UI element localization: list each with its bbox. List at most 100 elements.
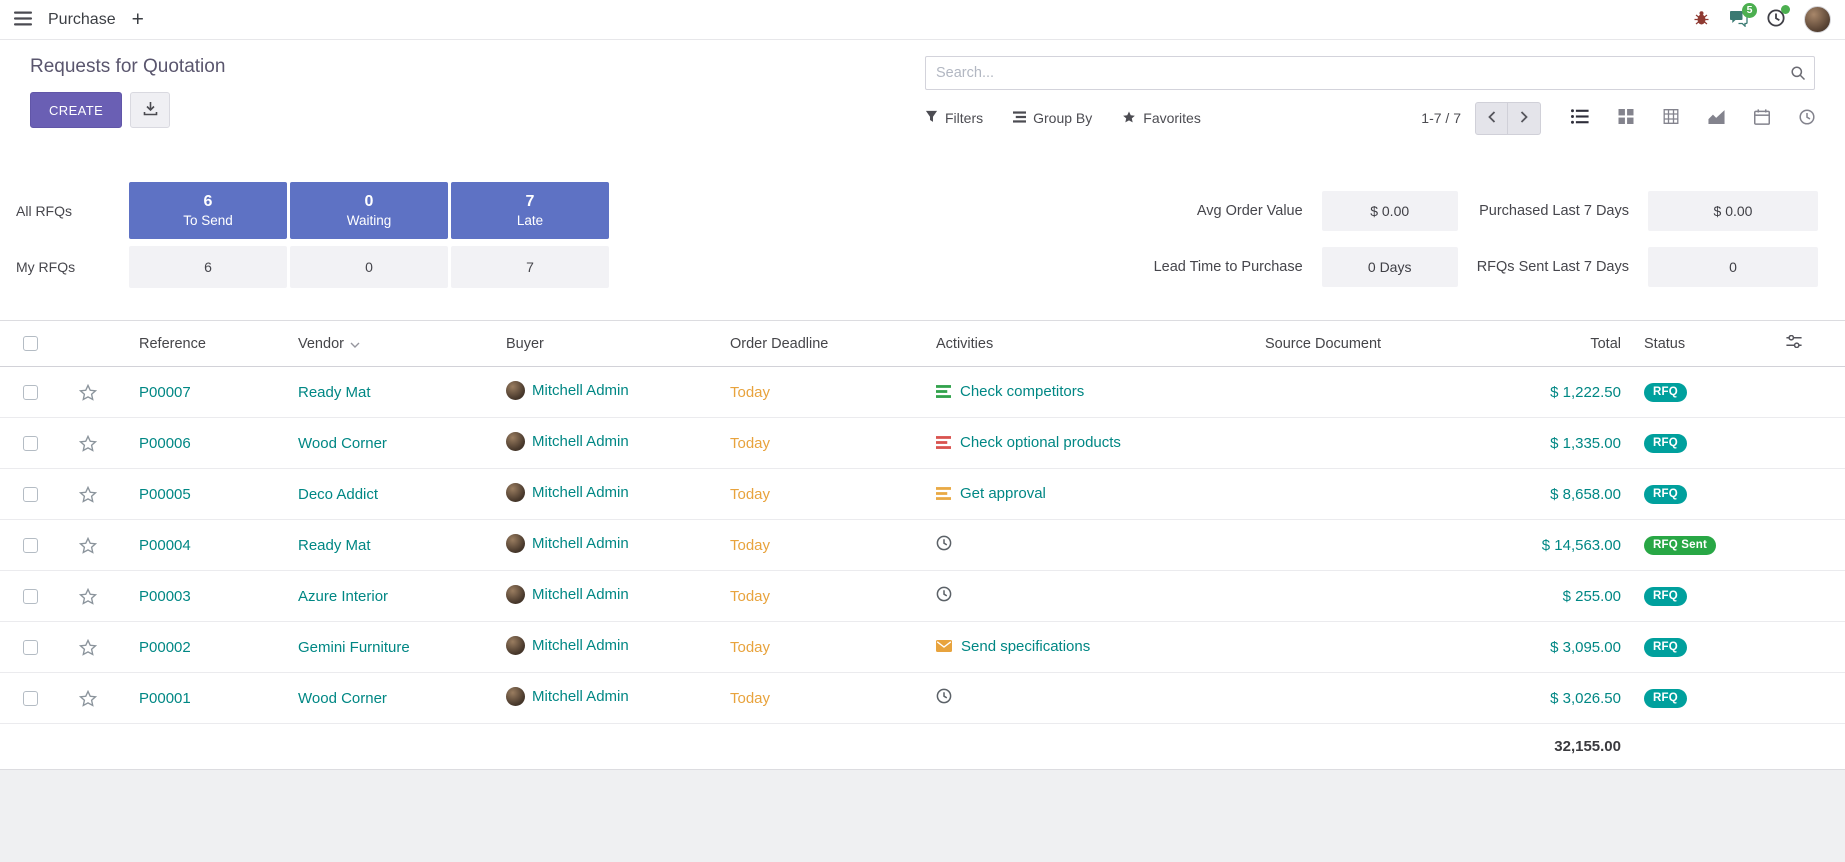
buyer-name[interactable]: Mitchell Admin: [532, 535, 629, 552]
stat-card-late[interactable]: 7 Late: [451, 182, 609, 239]
reference-link[interactable]: P00005: [139, 486, 191, 503]
vendor-link[interactable]: Ready Mat: [298, 384, 371, 401]
total-amount: $ 1,222.50: [1550, 384, 1621, 401]
table-row[interactable]: P00007 Ready Mat Mitchell Admin Today Ch…: [0, 367, 1845, 418]
kanban-view-icon: [1618, 109, 1634, 127]
menu-toggle-button[interactable]: [14, 11, 32, 29]
favorite-star-icon[interactable]: [79, 588, 97, 605]
col-header-reference[interactable]: Reference: [115, 321, 290, 367]
col-header-total[interactable]: Total: [1445, 321, 1635, 367]
debug-button[interactable]: [1693, 10, 1710, 29]
list-view-button[interactable]: [1571, 109, 1589, 127]
search-icon[interactable]: [1790, 65, 1806, 86]
order-deadline: Today: [730, 639, 770, 656]
activity-cell[interactable]: [936, 688, 961, 704]
activity-cell[interactable]: [936, 535, 961, 551]
order-deadline: Today: [730, 384, 770, 401]
reference-link[interactable]: P00002: [139, 639, 191, 656]
buyer-name[interactable]: Mitchell Admin: [532, 382, 629, 399]
col-header-order-deadline[interactable]: Order Deadline: [720, 321, 925, 367]
buyer-name[interactable]: Mitchell Admin: [532, 586, 629, 603]
group-by-icon: [1013, 110, 1026, 126]
graph-view-button[interactable]: [1708, 109, 1725, 127]
group-by-button[interactable]: Group By: [1013, 110, 1092, 126]
col-header-vendor[interactable]: Vendor: [290, 321, 495, 367]
reference-link[interactable]: P00003: [139, 588, 191, 605]
vendor-link[interactable]: Wood Corner: [298, 690, 387, 707]
row-checkbox[interactable]: [23, 436, 38, 451]
activity-cell[interactable]: Get approval: [936, 485, 1046, 502]
vendor-link[interactable]: Gemini Furniture: [298, 639, 410, 656]
pivot-view-button[interactable]: [1663, 109, 1679, 127]
activity-cell[interactable]: Send specifications: [936, 638, 1090, 655]
favorites-button[interactable]: Favorites: [1122, 110, 1201, 127]
row-checkbox[interactable]: [23, 640, 38, 655]
favorite-star-icon[interactable]: [79, 639, 97, 656]
row-checkbox[interactable]: [23, 487, 38, 502]
row-checkbox[interactable]: [23, 589, 38, 604]
new-tab-plus-button[interactable]: +: [132, 9, 144, 30]
create-button[interactable]: CREATE: [30, 92, 122, 128]
table-row[interactable]: P00005 Deco Addict Mitchell Admin Today …: [0, 469, 1845, 520]
reference-link[interactable]: P00004: [139, 537, 191, 554]
table-row[interactable]: P00002 Gemini Furniture Mitchell Admin T…: [0, 622, 1845, 673]
activity-cell[interactable]: Check competitors: [936, 383, 1084, 400]
table-footer-row: 32,155.00: [0, 724, 1845, 770]
app-title[interactable]: Purchase: [48, 11, 116, 29]
col-header-buyer[interactable]: Buyer: [495, 321, 720, 367]
table-row[interactable]: P00004 Ready Mat Mitchell Admin Today $ …: [0, 520, 1845, 571]
buyer-name[interactable]: Mitchell Admin: [532, 688, 629, 705]
status-badge: RFQ: [1644, 485, 1687, 504]
reference-link[interactable]: P00006: [139, 435, 191, 452]
vendor-link[interactable]: Wood Corner: [298, 435, 387, 452]
vendor-link[interactable]: Deco Addict: [298, 486, 378, 503]
row-checkbox[interactable]: [23, 385, 38, 400]
vendor-link[interactable]: Azure Interior: [298, 588, 388, 605]
my-late-count[interactable]: 7: [451, 246, 609, 288]
col-header-source-document[interactable]: Source Document: [1255, 321, 1445, 367]
buyer-name[interactable]: Mitchell Admin: [532, 433, 629, 450]
buyer-name[interactable]: Mitchell Admin: [532, 484, 629, 501]
reference-link[interactable]: P00007: [139, 384, 191, 401]
row-checkbox[interactable]: [23, 538, 38, 553]
pager-previous-button[interactable]: [1475, 102, 1508, 135]
vendor-link[interactable]: Ready Mat: [298, 537, 371, 554]
all-rfqs-label: All RFQs: [16, 182, 126, 239]
favorite-star-icon[interactable]: [79, 690, 97, 707]
stat-card-waiting[interactable]: 0 Waiting: [290, 182, 448, 239]
reference-link[interactable]: P00001: [139, 690, 191, 707]
calendar-view-icon: [1754, 109, 1770, 128]
pager-next-button[interactable]: [1508, 102, 1541, 135]
buyer-avatar: [506, 483, 525, 502]
activity-view-button[interactable]: [1799, 109, 1815, 128]
activity-clock-icon: [936, 688, 952, 704]
select-all-checkbox[interactable]: [23, 336, 38, 351]
activity-cell[interactable]: [936, 586, 961, 602]
stat-card-to-send[interactable]: 6 To Send: [129, 182, 287, 239]
col-header-activities[interactable]: Activities: [925, 321, 1255, 367]
activities-button[interactable]: [1767, 9, 1785, 30]
col-header-status[interactable]: Status: [1635, 321, 1770, 367]
optional-columns-icon[interactable]: [1786, 335, 1802, 348]
calendar-view-button[interactable]: [1754, 109, 1770, 128]
search-input[interactable]: [925, 56, 1815, 90]
my-to-send-count[interactable]: 6: [129, 246, 287, 288]
table-row[interactable]: P00006 Wood Corner Mitchell Admin Today …: [0, 418, 1845, 469]
favorite-star-icon[interactable]: [79, 384, 97, 401]
filters-button[interactable]: Filters: [925, 110, 983, 126]
activity-cell[interactable]: Check optional products: [936, 434, 1121, 451]
buyer-name[interactable]: Mitchell Admin: [532, 637, 629, 654]
table-row[interactable]: P00003 Azure Interior Mitchell Admin Tod…: [0, 571, 1845, 622]
table-row[interactable]: P00001 Wood Corner Mitchell Admin Today …: [0, 673, 1845, 724]
order-deadline: Today: [730, 588, 770, 605]
export-button[interactable]: [130, 92, 170, 128]
favorite-star-icon[interactable]: [79, 537, 97, 554]
my-waiting-count[interactable]: 0: [290, 246, 448, 288]
favorite-star-icon[interactable]: [79, 435, 97, 452]
favorite-star-icon[interactable]: [79, 486, 97, 503]
activity-view-icon: [1799, 109, 1815, 128]
row-checkbox[interactable]: [23, 691, 38, 706]
messages-button[interactable]: 5: [1729, 10, 1748, 30]
user-avatar[interactable]: [1804, 6, 1831, 33]
kanban-view-button[interactable]: [1618, 109, 1634, 127]
